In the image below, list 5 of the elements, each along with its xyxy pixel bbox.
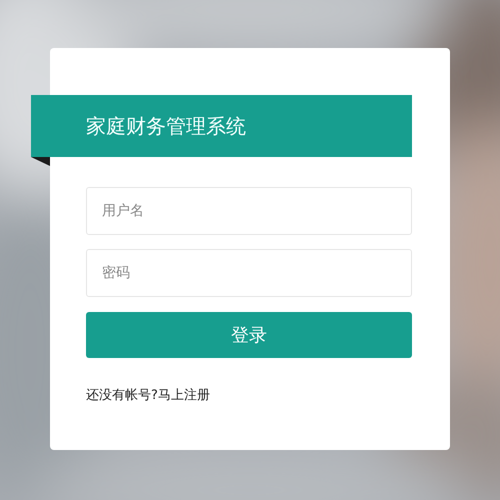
title-banner: 家庭财务管理系统 bbox=[31, 95, 412, 157]
register-link[interactable]: 还没有帐号?马上注册 bbox=[86, 386, 210, 404]
username-field[interactable]: 用户名 bbox=[86, 187, 412, 235]
password-field[interactable]: 密码 bbox=[86, 249, 412, 297]
ribbon-fold bbox=[31, 157, 50, 166]
